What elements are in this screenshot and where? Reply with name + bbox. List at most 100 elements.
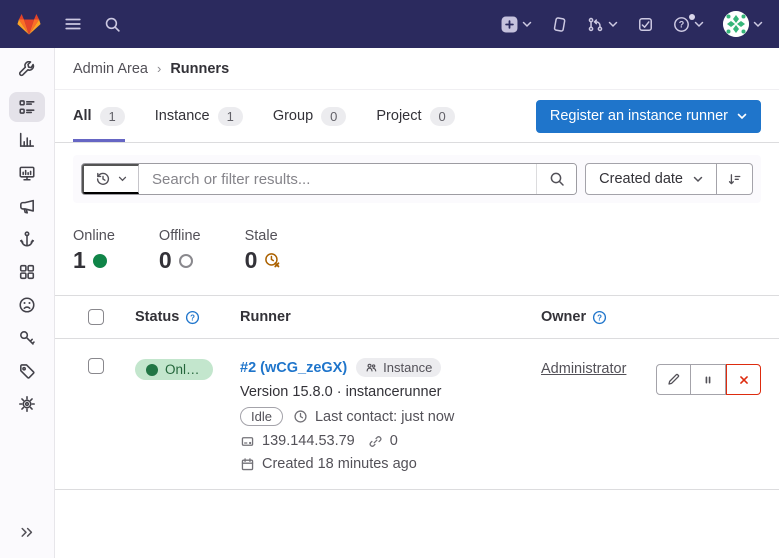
sidebar-item-messages[interactable] bbox=[9, 191, 45, 221]
merge-requests-icon[interactable] bbox=[587, 16, 618, 33]
offline-status-icon bbox=[179, 254, 193, 268]
search-submit-button[interactable] bbox=[536, 164, 576, 194]
register-button-label: Register an instance runner bbox=[550, 108, 728, 124]
sidebar-item-hooks[interactable] bbox=[9, 224, 45, 254]
sidebar-item-labels[interactable] bbox=[9, 356, 45, 386]
tab-count-badge: 1 bbox=[218, 107, 243, 126]
sort-descending-icon bbox=[727, 172, 742, 187]
overview-icon bbox=[18, 98, 36, 116]
disk-icon bbox=[240, 434, 255, 449]
owner-help-icon[interactable]: ? bbox=[592, 310, 607, 325]
breadcrumb-admin-area[interactable]: Admin Area bbox=[73, 61, 148, 77]
chevron-down-icon bbox=[118, 176, 127, 182]
gear-icon bbox=[18, 395, 36, 413]
stat-online: Online 1 bbox=[73, 228, 115, 272]
chevron-down-icon bbox=[753, 21, 763, 28]
sidebar-item-overview[interactable] bbox=[9, 92, 45, 122]
owner-column-header: Owner bbox=[541, 309, 586, 325]
status-badge: Online bbox=[135, 359, 213, 380]
sidebar-collapse-toggle[interactable] bbox=[9, 518, 45, 546]
sidebar-item-monitoring[interactable] bbox=[9, 158, 45, 188]
tab-instance[interactable]: Instance 1 bbox=[155, 90, 243, 142]
status-badge-label: Online bbox=[165, 362, 202, 377]
tab-count-badge: 0 bbox=[430, 107, 455, 126]
user-menu-button[interactable] bbox=[723, 11, 763, 37]
register-instance-runner-button[interactable]: Register an instance runner bbox=[536, 100, 761, 133]
filter-bar: Created date bbox=[73, 155, 761, 203]
stat-stale: Stale 0 bbox=[245, 228, 282, 272]
content-area: Admin Area › Runners All 1 Instance 1 Gr… bbox=[55, 48, 779, 558]
svg-text:?: ? bbox=[190, 313, 195, 322]
filtered-search-box bbox=[81, 163, 577, 195]
breadcrumb-separator: › bbox=[157, 61, 161, 76]
chevron-down-icon bbox=[693, 176, 703, 183]
chevron-down-icon bbox=[522, 21, 532, 28]
edit-runner-button[interactable] bbox=[656, 364, 691, 395]
job-state-badge: Idle bbox=[240, 407, 283, 426]
tab-label: Group bbox=[273, 108, 313, 124]
search-icon[interactable] bbox=[104, 16, 121, 33]
tab-count-badge: 1 bbox=[100, 107, 125, 126]
runner-actions bbox=[656, 364, 761, 395]
sidebar-item-deploy-keys[interactable] bbox=[9, 323, 45, 353]
tab-group[interactable]: Group 0 bbox=[273, 90, 347, 142]
frown-face-icon bbox=[18, 296, 36, 314]
select-all-checkbox[interactable] bbox=[88, 309, 104, 325]
delete-runner-button[interactable] bbox=[726, 364, 761, 395]
runner-version: Version 15.8.0 · instancerunner bbox=[240, 384, 541, 400]
wrench-icon bbox=[18, 61, 36, 79]
sidebar-item-admin-area[interactable] bbox=[9, 55, 45, 85]
menu-icon[interactable] bbox=[64, 15, 82, 33]
todos-icon[interactable] bbox=[637, 16, 654, 33]
sort-controls: Created date bbox=[585, 163, 753, 195]
key-icon bbox=[18, 329, 36, 347]
link-icon bbox=[368, 434, 383, 449]
sort-direction-button[interactable] bbox=[717, 163, 753, 195]
tab-label: All bbox=[73, 108, 92, 124]
tab-label: Instance bbox=[155, 108, 210, 124]
breadcrumb: Admin Area › Runners bbox=[55, 48, 779, 90]
sidebar-item-analytics[interactable] bbox=[9, 125, 45, 155]
runner-type-label: Instance bbox=[383, 360, 432, 375]
sidebar-item-settings[interactable] bbox=[9, 389, 45, 419]
help-notification-dot bbox=[689, 14, 695, 20]
chevron-down-icon bbox=[694, 21, 704, 28]
help-menu-button[interactable]: ? bbox=[673, 16, 704, 33]
runner-column-header: Runner bbox=[240, 309, 291, 325]
admin-sidebar bbox=[0, 48, 55, 558]
svg-text:?: ? bbox=[679, 19, 685, 29]
search-history-dropdown[interactable] bbox=[82, 164, 139, 194]
new-menu-button[interactable] bbox=[501, 16, 532, 33]
pause-runner-button[interactable] bbox=[691, 364, 726, 395]
sort-by-dropdown[interactable]: Created date bbox=[585, 163, 717, 195]
breadcrumb-runners: Runners bbox=[170, 61, 229, 77]
double-chevron-right-icon bbox=[19, 524, 35, 540]
status-column-header: Status bbox=[135, 309, 179, 325]
gitlab-admin-runners-page: ? bbox=[0, 0, 779, 558]
sidebar-item-applications[interactable] bbox=[9, 257, 45, 287]
users-icon bbox=[365, 361, 378, 374]
table-row: Online #2 (wCG_zeGX) Instance Version 15… bbox=[55, 339, 779, 490]
linked-projects-count: 0 bbox=[390, 433, 398, 449]
sidebar-item-abuse-reports[interactable] bbox=[9, 290, 45, 320]
stale-clock-icon bbox=[264, 252, 281, 269]
stat-offline: Offline 0 bbox=[159, 228, 201, 272]
tab-count-badge: 0 bbox=[321, 107, 346, 126]
stat-value: 0 bbox=[245, 249, 258, 272]
issues-icon[interactable] bbox=[551, 16, 568, 33]
tab-all[interactable]: All 1 bbox=[73, 90, 125, 142]
runner-type-tabs: All 1 Instance 1 Group 0 Project 0 Regis… bbox=[55, 90, 779, 143]
runners-table-header: Status ? Runner Owner ? bbox=[55, 295, 779, 339]
online-status-icon bbox=[93, 254, 107, 268]
status-help-icon[interactable]: ? bbox=[185, 310, 200, 325]
owner-link[interactable]: Administrator bbox=[541, 361, 626, 377]
runner-link[interactable]: #2 (wCG_zeGX) bbox=[240, 360, 347, 376]
chevron-down-icon bbox=[737, 113, 747, 120]
search-input[interactable] bbox=[139, 171, 536, 188]
stat-label: Online bbox=[73, 228, 115, 244]
monitor-icon bbox=[18, 164, 36, 182]
svg-text:?: ? bbox=[597, 313, 602, 322]
row-checkbox[interactable] bbox=[88, 358, 104, 374]
tab-project[interactable]: Project 0 bbox=[376, 90, 454, 142]
gitlab-logo-icon[interactable] bbox=[16, 12, 42, 37]
